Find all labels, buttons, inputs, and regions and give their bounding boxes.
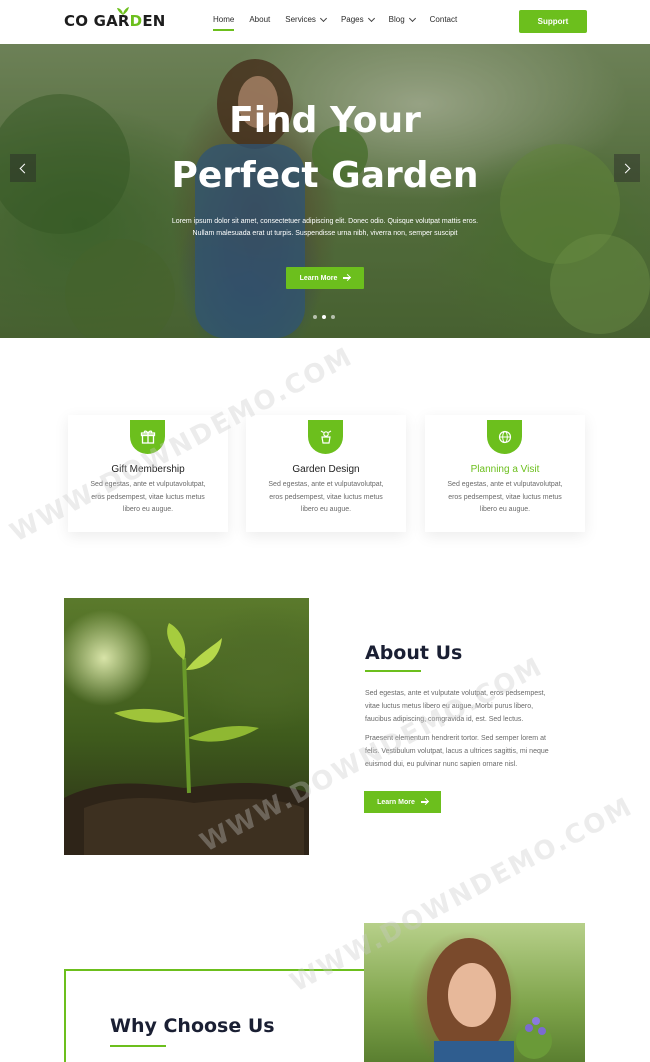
logo-text-3: EN <box>142 12 166 30</box>
leaf-icon <box>117 7 129 15</box>
chevron-right-icon <box>620 163 631 173</box>
gardener-illustration <box>427 938 552 1062</box>
slider-dot[interactable] <box>313 315 317 319</box>
title-underline <box>365 670 421 672</box>
card-desc-line: eros pedsempest, vitae luctus metus <box>269 493 383 501</box>
card-description: Sed egestas, ante et vulputavolutpat, er… <box>256 479 396 517</box>
button-label: Learn More <box>299 274 338 282</box>
logo[interactable]: CO GARDEN <box>64 12 166 30</box>
logo-text-2: D <box>129 12 143 30</box>
nav-blog[interactable]: Blog <box>388 14 416 24</box>
card-desc-line: eros pedsempest, vitae luctus metus <box>91 493 205 501</box>
slider-dots <box>313 315 335 319</box>
nav-pages[interactable]: Pages <box>340 14 375 24</box>
card-desc-line: libero eu augue. <box>122 506 174 513</box>
card-desc-line: libero eu augue. <box>479 506 531 513</box>
button-label: Learn More <box>377 798 415 806</box>
card-title: Garden Design <box>292 464 360 475</box>
feature-card-gift: Gift Membership Sed egestas, ante et vul… <box>68 415 228 532</box>
paragraph-line: faucibus adipiscing, comgravida id, est.… <box>365 715 524 723</box>
paragraph-line: euismod dui, eu pulvinar nunc sapien orn… <box>365 760 518 768</box>
card-title[interactable]: Planning a Visit <box>425 464 585 475</box>
card-desc-line: libero eu augue. <box>300 506 352 513</box>
hero-title-line1: Find Your <box>229 100 421 141</box>
main-nav: Home About Services Pages Blog Contact <box>213 14 472 31</box>
feature-card-garden-design: Garden Design Sed egestas, ante et vulpu… <box>246 415 406 532</box>
about-title: About Us <box>365 642 463 664</box>
nav-label: Pages <box>340 15 364 24</box>
hero-learn-more-button[interactable]: Learn More <box>286 267 364 289</box>
watering-can-icon <box>320 430 331 444</box>
about-seedling-image <box>64 598 309 855</box>
nav-label: About <box>249 15 271 24</box>
chevron-down-icon <box>367 14 375 22</box>
nav-about[interactable]: About <box>249 15 270 24</box>
card-desc-line: eros pedsempest, vitae luctus metus <box>448 493 562 501</box>
card-icon-badge <box>487 420 522 454</box>
card-title: Gift Membership <box>111 464 185 475</box>
slider-dot[interactable] <box>331 315 335 319</box>
card-icon-badge <box>308 420 343 454</box>
chevron-down-icon <box>319 14 327 22</box>
nav-home[interactable]: Home <box>213 15 235 31</box>
paragraph-line: Sed egestas, ante et vulputate volutpat,… <box>365 690 546 697</box>
nav-label: Services <box>285 15 316 24</box>
arrow-right-icon <box>420 801 428 803</box>
card-desc-line: Sed egestas, ante et vulputavolutpat, <box>90 481 206 488</box>
hero-text-line1: Lorem ipsum dolor sit amet, consectetuer… <box>171 218 479 225</box>
gift-icon <box>140 430 155 444</box>
seedling-illustration <box>64 623 309 855</box>
chevron-down-icon <box>408 14 416 22</box>
title-underline <box>110 1045 166 1047</box>
feature-card-planning-visit: Planning a Visit Sed egestas, ante et vu… <box>425 415 585 532</box>
site-header: CO GARDEN Home About Services Pages Blog… <box>0 0 650 44</box>
card-description: Sed egestas, ante et vulputavolutpat, er… <box>435 479 575 517</box>
paragraph-line: Praesent elementum hendrerit tortor. Sed… <box>365 735 546 742</box>
hero-title-line2: Perfect Garden <box>171 155 479 196</box>
hero-slider: Find Your Perfect Garden Lorem ipsum dol… <box>0 44 650 338</box>
gardener-image <box>364 923 585 1062</box>
card-desc-line: Sed egestas, ante et vulputavolutpat, <box>447 481 563 488</box>
about-learn-more-button[interactable]: Learn More <box>364 791 441 813</box>
paragraph-line: vitae luctus metus libero eu augue. Morb… <box>365 702 534 710</box>
arrow-right-icon <box>343 277 351 279</box>
nav-services[interactable]: Services <box>285 14 327 24</box>
support-button[interactable]: Support <box>519 10 587 33</box>
card-desc-line: Sed egestas, ante et vulputavolutpat, <box>268 481 384 488</box>
nav-label: Blog <box>388 15 405 24</box>
why-choose-title: Why Choose Us <box>110 1015 275 1037</box>
slider-next-button[interactable] <box>614 154 640 182</box>
slider-dot-active[interactable] <box>322 315 326 319</box>
about-paragraph-2: Praesent elementum hendrerit tortor. Sed… <box>365 733 587 771</box>
card-icon-badge <box>130 420 165 454</box>
nav-label: Contact <box>429 15 458 24</box>
about-paragraph-1: Sed egestas, ante et vulputate volutpat,… <box>365 688 587 726</box>
slider-prev-button[interactable] <box>10 154 36 182</box>
paragraph-line: felis. Vestibulum volutpat, lacus a ultr… <box>365 747 549 755</box>
hero-text-line2: Nullam malesuada erat ut turpis. Suspend… <box>192 230 458 237</box>
chevron-left-icon <box>19 163 30 173</box>
nav-label: Home <box>213 15 235 24</box>
card-description: Sed egestas, ante et vulputavolutpat, er… <box>78 479 218 517</box>
globe-icon <box>498 430 511 444</box>
nav-contact[interactable]: Contact <box>430 15 458 24</box>
